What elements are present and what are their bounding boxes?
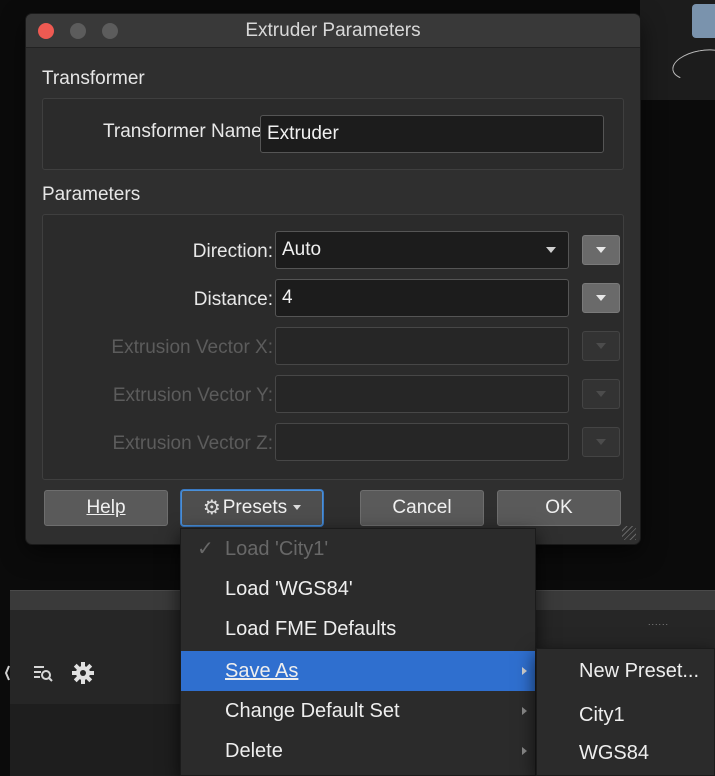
chevron-down-icon: [596, 295, 606, 301]
partial-tool-icon[interactable]: [0, 660, 16, 686]
parameters-section-heading: Parameters: [42, 184, 141, 205]
menu-item-new-preset[interactable]: New Preset...: [537, 651, 714, 691]
presets-button-label: Presets: [222, 497, 288, 518]
cancel-button[interactable]: Cancel: [360, 490, 484, 526]
direction-select[interactable]: Auto: [275, 231, 569, 269]
menu-item-label: Load FME Defaults: [225, 618, 397, 640]
extrusion-vector-x-options-button[interactable]: [582, 331, 620, 361]
distance-options-button[interactable]: [582, 283, 620, 313]
extrusion-vector-z-options-button[interactable]: [582, 427, 620, 457]
presets-menu: ✓ Load 'City1' Load 'WGS84' Load FME Def…: [180, 528, 536, 776]
menu-item-save-wgs84[interactable]: WGS84: [537, 733, 714, 773]
extrusion-vector-y-input[interactable]: [275, 375, 569, 413]
chevron-down-icon: [293, 505, 302, 511]
chevron-down-icon: [596, 439, 606, 445]
menu-item-label: Change Default Set: [225, 700, 400, 722]
background-tab: [692, 4, 715, 38]
menu-item-label: Delete: [225, 740, 283, 762]
extrusion-vector-y-options-button[interactable]: [582, 379, 620, 409]
chevron-down-icon: [596, 343, 606, 349]
submenu-arrow-icon: [522, 707, 527, 715]
submenu-arrow-icon: [522, 667, 527, 675]
distance-input[interactable]: 4: [275, 279, 569, 317]
menu-item-load-city1[interactable]: ✓ Load 'City1': [181, 529, 535, 569]
menu-item-change-default-set[interactable]: Change Default Set: [181, 691, 535, 731]
title-bar[interactable]: Extruder Parameters: [26, 14, 640, 48]
save-as-submenu: New Preset... City1 WGS84: [536, 648, 715, 776]
presets-gear-icon: ⚙: [202, 497, 221, 519]
menu-item-label: Load 'City1': [225, 538, 329, 560]
extrusion-vector-x-input[interactable]: [275, 327, 569, 365]
parameters-group: Direction: Auto Distance: 4 Extrusion Ve…: [42, 214, 624, 480]
resize-grip[interactable]: [622, 526, 636, 540]
menu-item-save-as[interactable]: Save As: [181, 651, 535, 691]
dialog-title: Extruder Parameters: [245, 20, 421, 41]
search-list-icon[interactable]: [30, 660, 56, 686]
distance-label: Distance:: [193, 289, 273, 310]
transformer-section-heading: Transformer: [42, 68, 145, 89]
transformer-group: Transformer Name: Extruder: [42, 98, 624, 170]
chevron-down-icon: [596, 247, 606, 253]
direction-label: Direction:: [192, 241, 273, 262]
extrusion-vector-z-input[interactable]: [275, 423, 569, 461]
help-button-label: Help: [86, 497, 126, 518]
submenu-arrow-icon: [522, 747, 527, 755]
menu-item-delete[interactable]: Delete: [181, 731, 535, 771]
checkmark-icon: ✓: [197, 538, 214, 560]
help-button[interactable]: Help: [44, 490, 168, 526]
gear-icon[interactable]: [70, 660, 96, 686]
splitter-grip[interactable]: ......: [648, 617, 669, 627]
presets-button[interactable]: ⚙ Presets: [181, 490, 323, 526]
menu-item-label: Load 'WGS84': [225, 578, 353, 600]
menu-item-label: City1: [579, 704, 625, 726]
menu-item-label: Save As: [225, 660, 299, 682]
transformer-name-input[interactable]: Extruder: [260, 115, 604, 153]
chevron-down-icon: [596, 391, 606, 397]
extrusion-vector-z-label: Extrusion Vector Z:: [112, 433, 273, 454]
extruder-parameters-dialog: Extruder Parameters Transformer Transfor…: [26, 14, 640, 544]
ok-button[interactable]: OK: [497, 490, 621, 526]
menu-item-label: New Preset...: [579, 660, 700, 682]
transformer-name-label: Transformer Name:: [103, 121, 267, 142]
menu-item-save-city1[interactable]: City1: [537, 695, 714, 735]
menu-item-label: WGS84: [579, 742, 650, 764]
cancel-button-label: Cancel: [392, 497, 452, 518]
extrusion-vector-x-label: Extrusion Vector X:: [111, 337, 273, 358]
menu-item-load-fme-defaults[interactable]: Load FME Defaults: [181, 609, 535, 649]
ok-button-label: OK: [545, 497, 573, 518]
direction-options-button[interactable]: [582, 235, 620, 265]
extrusion-vector-y-label: Extrusion Vector Y:: [112, 385, 273, 406]
menu-item-load-wgs84[interactable]: Load 'WGS84': [181, 569, 535, 609]
